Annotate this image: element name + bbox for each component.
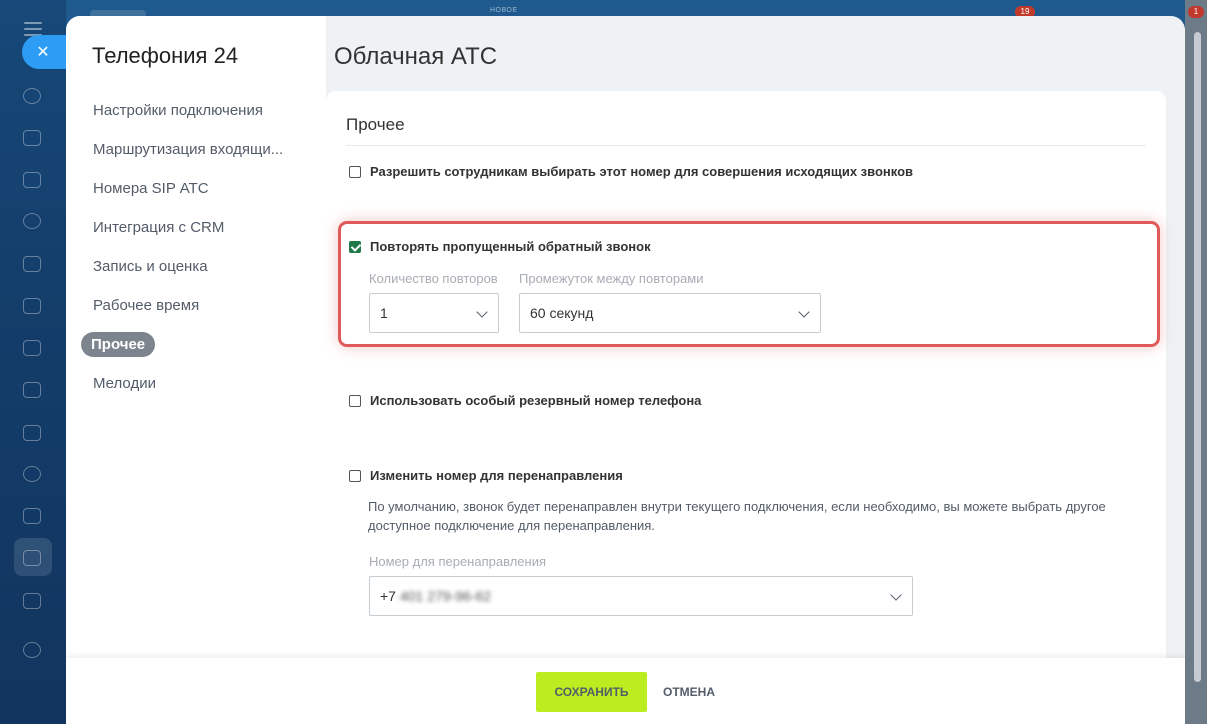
cancel-button[interactable]: ОТМЕНА	[652, 672, 726, 712]
allow-outgoing-label: Разрешить сотрудникам выбирать этот номе…	[370, 164, 914, 179]
repeat-count-value: 1	[380, 305, 388, 321]
nav-item-recording[interactable]: Запись и оценка	[80, 254, 300, 293]
document-icon[interactable]	[23, 298, 41, 314]
mail-icon[interactable]	[23, 425, 41, 441]
repeat-callback-label: Повторять пропущенный обратный звонок	[370, 239, 651, 254]
calendar-icon[interactable]	[23, 256, 41, 272]
change-redirect-label: Изменить номер для перенаправления	[370, 468, 623, 483]
chevron-down-icon	[798, 306, 810, 318]
section-title: Прочее	[346, 115, 405, 134]
redirect-number-select[interactable]: +7 401 279-96-62	[369, 576, 913, 616]
repeat-callback-checkbox[interactable]	[349, 240, 361, 253]
tasks-icon[interactable]	[23, 508, 41, 524]
counter-badge: 1	[1188, 6, 1204, 18]
redirect-number-label: Номер для перенаправления	[369, 554, 546, 569]
redirect-number-prefix: +7	[380, 588, 396, 604]
section-divider	[346, 145, 1146, 146]
redirect-description: По умолчанию, звонок будет перенаправлен…	[368, 499, 1106, 533]
nav-item-connection[interactable]: Настройки подключения	[80, 98, 300, 137]
allow-outgoing-option[interactable]: Разрешить сотрудникам выбирать этот номе…	[349, 164, 913, 179]
repeat-interval-label: Промежуток между повторами	[519, 271, 704, 286]
nav-item-other[interactable]: Прочее	[80, 332, 300, 371]
settings-card: Прочее Разрешить сотрудникам выбирать эт…	[326, 91, 1166, 691]
repeat-count-select[interactable]: 1	[369, 293, 499, 333]
rail-icon-1[interactable]	[23, 88, 41, 104]
backup-number-label: Использовать особый резервный номер теле…	[370, 393, 702, 408]
filter-icon[interactable]	[23, 550, 41, 566]
settings-nav: Настройки подключения Маршрутизация вход…	[80, 98, 310, 410]
board-icon[interactable]	[23, 340, 41, 356]
chevron-down-icon	[476, 306, 488, 318]
scrollbar[interactable]	[1194, 32, 1201, 682]
nav-item-worktime[interactable]: Рабочее время	[80, 293, 300, 332]
nav-item-melodies[interactable]: Мелодии	[80, 371, 300, 410]
nav-item-sip-numbers[interactable]: Номера SIP АТС	[80, 176, 300, 215]
close-slider-button[interactable]: ✕	[22, 35, 66, 69]
app-sidebar-rail	[0, 0, 66, 724]
grid-icon[interactable]	[23, 593, 41, 609]
nav-item-routing[interactable]: Маршрутизация входящи...	[80, 137, 300, 176]
close-icon: ✕	[36, 44, 50, 61]
telephony-settings-panel: Телефония 24 Настройки подключения Маршр…	[66, 16, 1185, 724]
backup-number-checkbox[interactable]	[349, 394, 361, 407]
backup-number-option[interactable]: Использовать особый резервный номер теле…	[349, 393, 701, 408]
chat-icon[interactable]	[23, 130, 41, 146]
redirect-number-masked: 401 279-96-62	[399, 588, 492, 604]
topbar-new-label: НОВОЕ	[490, 7, 518, 14]
nav-item-crm[interactable]: Интеграция с CRM	[80, 215, 300, 254]
repeat-interval-value: 60 секунд	[530, 305, 594, 321]
chevron-down-icon	[890, 589, 902, 601]
repeat-callback-option[interactable]: Повторять пропущенный обратный звонок	[349, 239, 651, 254]
users-icon[interactable]	[23, 466, 41, 482]
settings-icon[interactable]	[23, 642, 41, 658]
save-button[interactable]: СОХРАНИТЬ	[536, 672, 647, 712]
page-title: Облачная АТС	[334, 43, 498, 70]
change-redirect-option[interactable]: Изменить номер для перенаправления	[349, 468, 623, 483]
footer-actions: СОХРАНИТЬ ОТМЕНА	[66, 658, 1185, 724]
allow-outgoing-checkbox[interactable]	[349, 165, 361, 178]
repeat-count-label: Количество повторов	[369, 271, 498, 286]
drive-icon[interactable]	[23, 382, 41, 398]
change-redirect-checkbox[interactable]	[349, 469, 361, 482]
repeat-interval-select[interactable]: 60 секунд	[519, 293, 821, 333]
app-title: Телефония 24	[92, 43, 239, 68]
nav-item-other-label: Прочее	[81, 332, 156, 357]
feed-icon[interactable]	[23, 172, 41, 188]
hexagon-icon[interactable]	[23, 213, 41, 229]
